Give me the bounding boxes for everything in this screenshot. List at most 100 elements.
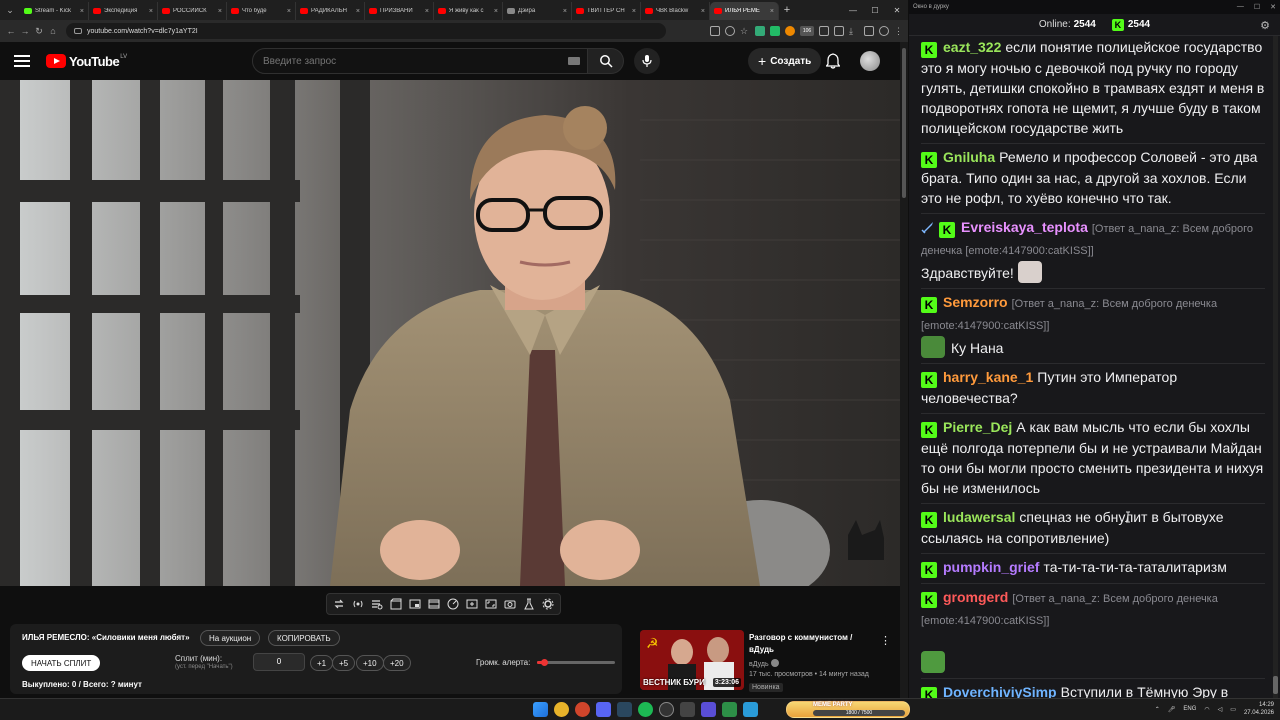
hamburger-menu-icon[interactable] — [14, 55, 30, 67]
download-icon[interactable]: ⤓ — [849, 26, 859, 36]
auction-button[interactable]: На аукцион — [200, 630, 261, 646]
chat-username[interactable]: gromgerd — [943, 589, 1008, 605]
browser-tab[interactable]: Экспедиция × — [89, 2, 158, 20]
clock[interactable]: 14:29 27.04.2026 — [1244, 701, 1274, 717]
sidebar-icon[interactable] — [834, 26, 844, 36]
video-player[interactable] — [0, 80, 900, 586]
increment-20-button[interactable]: +20 — [383, 655, 411, 671]
home-icon[interactable]: ⌂ — [46, 26, 60, 36]
tab-close-icon[interactable]: × — [287, 8, 291, 15]
browser-tab[interactable]: Я живу как с × — [434, 2, 503, 20]
close-icon[interactable]: ✕ — [886, 6, 908, 15]
recommended-video[interactable]: ☭ ВЕСТНИК БУРИ 3:23:06 Разговор с коммун… — [640, 630, 900, 694]
more-options-icon[interactable]: ⋮ — [880, 634, 891, 647]
forward-icon[interactable]: → — [18, 26, 32, 36]
notifications-button[interactable] — [825, 53, 841, 74]
cast-icon[interactable] — [710, 26, 720, 36]
tab-close-icon[interactable]: × — [218, 8, 222, 15]
expand-icon[interactable] — [483, 596, 499, 612]
minimize-icon[interactable]: — — [1237, 3, 1244, 11]
site-info-icon[interactable] — [74, 28, 82, 34]
maximize-icon[interactable]: ☐ — [864, 6, 886, 15]
extension-icon[interactable] — [770, 26, 780, 36]
volume-icon[interactable]: ◁ — [1218, 706, 1223, 713]
browser-tab[interactable]: Дэйра × — [503, 2, 572, 20]
playlist-icon[interactable] — [369, 596, 385, 612]
chat-username[interactable]: eazt_322 — [943, 39, 1001, 55]
chat-username[interactable]: ludawersal — [943, 509, 1015, 525]
increment-1-button[interactable]: +1 — [310, 655, 334, 671]
mic-icon[interactable]: 🎤︎ — [1168, 706, 1176, 713]
language-indicator[interactable]: ENG — [1183, 706, 1196, 712]
start-split-button[interactable]: НАЧАТЬ СПЛИТ — [22, 655, 101, 671]
tab-close-icon[interactable]: × — [494, 8, 498, 15]
zoom-icon[interactable] — [725, 26, 735, 36]
clapper-icon[interactable] — [388, 596, 404, 612]
reload-icon[interactable]: ↻ — [32, 26, 46, 37]
loop-icon[interactable] — [331, 596, 347, 612]
chat-username[interactable]: harry_kane_1 — [943, 369, 1033, 385]
voice-search-button[interactable] — [634, 48, 660, 74]
browser-tab[interactable]: Что буде × — [227, 2, 296, 20]
speed-icon[interactable] — [445, 596, 461, 612]
tab-close-icon[interactable]: × — [425, 8, 429, 15]
extension-icon[interactable] — [755, 26, 765, 36]
windows-start-icon[interactable] — [533, 702, 548, 717]
extension-icon[interactable] — [785, 26, 795, 36]
film-icon[interactable] — [426, 596, 442, 612]
youtube-logo[interactable]: YouTube LV — [46, 54, 127, 69]
alert-volume-slider[interactable] — [537, 659, 615, 666]
browser-tab[interactable]: ТВИТТЕР СН × — [572, 2, 641, 20]
search-input[interactable] — [252, 48, 588, 74]
profile-icon[interactable] — [879, 26, 889, 36]
search-button[interactable] — [588, 48, 624, 74]
back-icon[interactable]: ← — [4, 26, 18, 36]
browser-tab[interactable]: ПРИЗВАНИ × — [365, 2, 434, 20]
settings-gear-icon[interactable]: ⚙ — [1260, 19, 1270, 32]
split-minutes-input[interactable]: 0 — [253, 653, 305, 671]
pip-icon[interactable] — [407, 596, 423, 612]
tab-close-icon[interactable]: × — [356, 8, 360, 15]
maximize-icon[interactable]: ☐ — [1254, 3, 1260, 11]
url-field[interactable]: youtube.com/watch?v=dlc7y1aYT2I — [66, 23, 666, 39]
browser-tab[interactable]: РАДИКАЛЬН × — [296, 2, 365, 20]
tab-icon[interactable] — [864, 26, 874, 36]
app-icon[interactable] — [680, 702, 695, 717]
scrollbar-thumb[interactable] — [902, 48, 906, 198]
tab-close-icon[interactable]: × — [701, 8, 705, 15]
spotify-icon[interactable] — [638, 702, 653, 717]
chat-username[interactable]: pumpkin_grief — [943, 559, 1039, 575]
broadcast-icon[interactable] — [350, 596, 366, 612]
tab-close-icon[interactable]: × — [563, 8, 567, 15]
gear-icon[interactable] — [540, 596, 556, 612]
chat-username[interactable]: Pierre_Dej — [943, 419, 1012, 435]
increment-5-button[interactable]: +5 — [332, 655, 356, 671]
video-thumbnail[interactable]: ☭ ВЕСТНИК БУРИ 3:23:06 — [640, 630, 744, 690]
extension-badge-icon[interactable]: 106 — [800, 26, 814, 36]
chat-scrollbar[interactable] — [1273, 36, 1278, 698]
add-screen-icon[interactable] — [464, 596, 480, 612]
browser-tab[interactable]: ИЛЬЯ РЕМЕ × — [710, 2, 779, 20]
volume-knob[interactable] — [541, 659, 548, 666]
app-icon[interactable] — [722, 702, 737, 717]
wifi-icon[interactable]: ◠ — [1204, 706, 1209, 713]
tab-close-icon[interactable]: × — [149, 8, 153, 15]
video-title[interactable]: Разговор с коммунистом / вДудь — [749, 632, 874, 656]
minimize-icon[interactable]: — — [842, 6, 864, 15]
flask-icon[interactable] — [521, 596, 537, 612]
create-button[interactable]: + Создать — [748, 48, 822, 74]
menu-icon[interactable]: ⋮ — [894, 26, 904, 36]
bookmark-star-icon[interactable]: ☆ — [740, 26, 750, 36]
tab-close-icon[interactable]: × — [80, 8, 84, 15]
increment-10-button[interactable]: +10 — [356, 655, 384, 671]
battery-icon[interactable]: ▭ — [1230, 706, 1236, 713]
keyboard-icon[interactable] — [568, 57, 580, 65]
browser-tab[interactable]: Stream - Kick × — [20, 2, 89, 20]
app-icon[interactable] — [701, 702, 716, 717]
telegram-icon[interactable] — [743, 702, 758, 717]
chat-scrollbar-thumb[interactable] — [1273, 676, 1278, 694]
channel-name[interactable]: вДудь — [749, 659, 779, 668]
chat-username[interactable]: Gniluha — [943, 149, 995, 165]
page-scrollbar[interactable] — [900, 42, 908, 698]
obs-icon[interactable] — [659, 702, 674, 717]
